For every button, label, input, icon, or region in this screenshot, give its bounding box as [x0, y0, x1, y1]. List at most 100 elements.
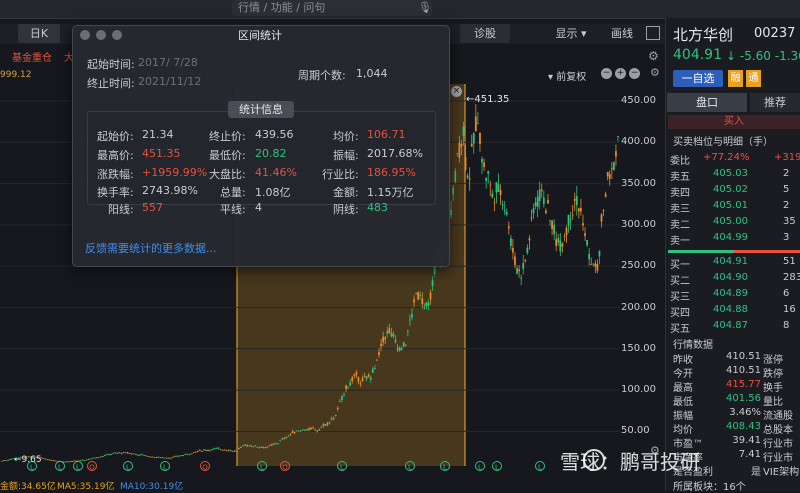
- candle-body: [180, 455, 183, 457]
- minus-circle-icon[interactable]: −: [601, 68, 612, 79]
- quote-label: 今开: [673, 369, 693, 380]
- bid-level-price[interactable]: 404.91: [713, 256, 748, 267]
- candle-body: [468, 178, 471, 180]
- candle-body: [590, 264, 593, 266]
- candle-body: [464, 156, 467, 170]
- microphone-icon[interactable]: 🎙: [418, 1, 432, 14]
- candle-body: [522, 263, 525, 270]
- candle-body: [365, 376, 368, 379]
- minus-circle-icon-2[interactable]: −: [629, 68, 640, 79]
- quote-label: 振幅: [673, 411, 693, 422]
- y-axis-tick: 200.00: [621, 301, 656, 313]
- quote-value: 是: [751, 467, 761, 478]
- event-marker-label: L: [76, 464, 80, 472]
- feedback-link[interactable]: 反馈需要统计的更多数据...: [85, 240, 217, 256]
- connect-badge[interactable]: 通: [746, 70, 761, 87]
- candle-body: [161, 457, 164, 459]
- margin-badge[interactable]: 融: [728, 70, 743, 87]
- up-count-label: 阳线:: [108, 203, 134, 216]
- candle-body: [279, 440, 282, 442]
- candle-body: [347, 387, 350, 389]
- search-input[interactable]: 行情 / 功能 / 问句: [232, 0, 432, 16]
- draw-line-button[interactable]: 画线: [604, 24, 640, 43]
- quote-label: 最低: [673, 397, 693, 408]
- bid-level-price[interactable]: 404.88: [713, 304, 748, 315]
- candle-body: [235, 451, 238, 453]
- candle-body: [501, 204, 504, 206]
- layout-toggle-icon[interactable]: [646, 26, 660, 40]
- bid-level-price[interactable]: 404.89: [713, 288, 748, 299]
- candle-body: [67, 461, 69, 463]
- candle-body: [116, 452, 119, 454]
- candle-body: [495, 182, 498, 193]
- candle-body: [97, 457, 100, 459]
- y-axis-tick: 300.00: [621, 218, 656, 230]
- candle-body: [544, 210, 547, 214]
- candle-body: [400, 348, 403, 350]
- candle-body: [198, 449, 201, 451]
- candle-body: [353, 374, 356, 377]
- end-time-label: 终止时间:: [87, 77, 135, 90]
- ask-level-price[interactable]: 404.99: [713, 232, 748, 243]
- candle-body: [357, 377, 360, 382]
- candle-body: [295, 430, 298, 432]
- candle-body: [110, 454, 113, 456]
- candle-body: [151, 456, 154, 458]
- candle-body: [207, 450, 209, 451]
- flat-count-value: 4: [255, 201, 262, 214]
- candle-body: [42, 458, 45, 459]
- candle-body: [194, 451, 197, 453]
- amount-stat-label: 金额:: [333, 186, 359, 199]
- candle-body: [596, 263, 599, 271]
- ask-level-price[interactable]: 405.00: [713, 216, 748, 227]
- bid-level-price[interactable]: 404.90: [713, 272, 748, 283]
- close-marker-icon[interactable]: ×: [451, 86, 462, 97]
- candle-body: [386, 330, 389, 334]
- candle-body: [571, 214, 574, 216]
- candle-body: [95, 457, 98, 459]
- gear-icon-2[interactable]: ⚙: [650, 66, 660, 79]
- ask-level-price[interactable]: 405.02: [713, 184, 748, 195]
- diagnose-button[interactable]: 诊股: [460, 24, 510, 43]
- candle-body: [64, 461, 67, 463]
- start-time-value[interactable]: 2017/ 7/28: [138, 56, 198, 69]
- candle-body: [99, 456, 102, 458]
- gear-icon[interactable]: ⚙: [648, 49, 659, 63]
- buy-button[interactable]: 买入: [668, 115, 800, 129]
- candle-body: [483, 162, 485, 167]
- candle-body: [149, 456, 152, 458]
- bid-level-volume: 8: [783, 320, 790, 331]
- ask-level-label: 卖四: [670, 188, 690, 199]
- end-time-value[interactable]: 2021/11/12: [138, 75, 201, 88]
- candle-body: [130, 453, 133, 455]
- quote-value: 7.41: [738, 449, 761, 460]
- ask-level-price[interactable]: 405.01: [713, 200, 748, 211]
- candle-body: [108, 454, 111, 456]
- candle-body: [275, 443, 277, 445]
- adjust-price-menu[interactable]: ▾ 前复权: [548, 68, 586, 83]
- candle-body: [104, 455, 106, 457]
- candle-body: [192, 452, 195, 454]
- add-watchlist-button[interactable]: 一自选: [673, 70, 723, 87]
- candle-body: [217, 447, 220, 449]
- fund-holding-label[interactable]: 基金重仓: [12, 49, 52, 64]
- tab-day-k[interactable]: 日K: [18, 24, 60, 43]
- ask-level-price[interactable]: 405.03: [713, 168, 748, 179]
- candle-body: [499, 190, 502, 195]
- end-price-value: 439.56: [255, 128, 294, 141]
- up-count-value: 557: [142, 201, 163, 214]
- ma10-label: MA10:30.19亿: [120, 482, 184, 492]
- index-ratio-value: 41.46%: [255, 166, 297, 179]
- candle-body: [120, 453, 123, 455]
- candle-body: [137, 454, 139, 456]
- display-menu[interactable]: 显示 ▾: [548, 24, 594, 43]
- event-marker-label: L: [340, 464, 344, 472]
- plus-circle-icon[interactable]: +: [615, 68, 626, 79]
- candle-body: [229, 450, 232, 452]
- candle-body: [1, 460, 3, 462]
- bid-level-price[interactable]: 404.87: [713, 320, 748, 331]
- tab-recommend[interactable]: 推荐: [750, 93, 800, 112]
- candle-body: [472, 133, 475, 144]
- candle-body: [196, 451, 199, 452]
- tab-order-book[interactable]: 盘口: [667, 93, 747, 112]
